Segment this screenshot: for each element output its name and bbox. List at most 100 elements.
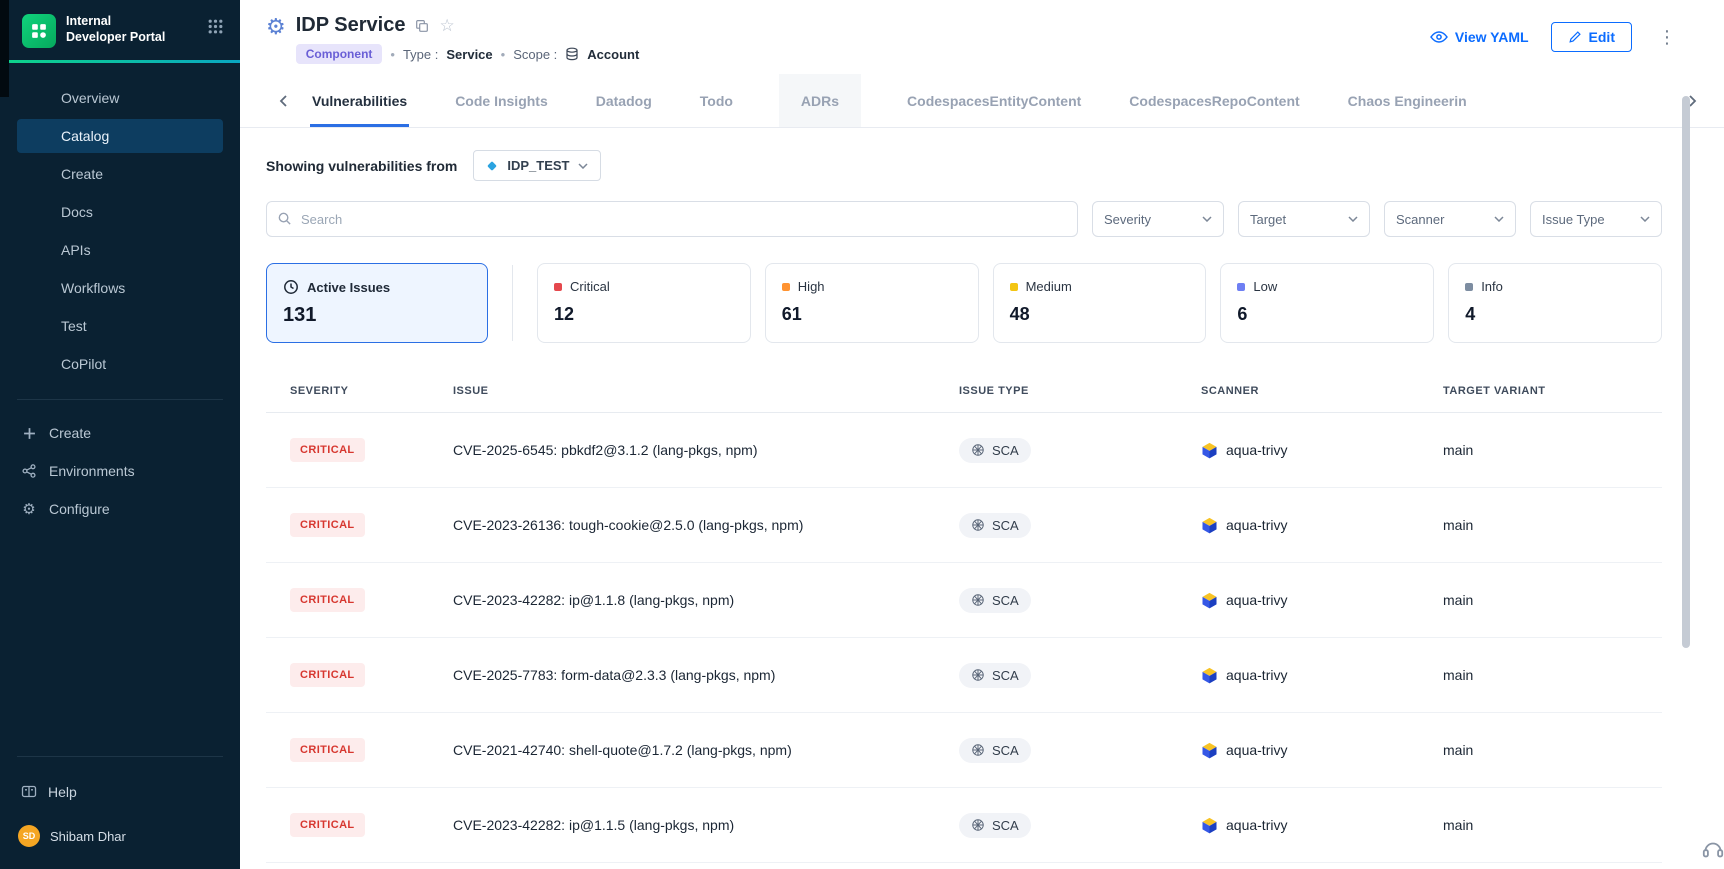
sidebar-item-docs[interactable]: Docs xyxy=(17,195,223,229)
filter-severity[interactable]: Severity xyxy=(1092,201,1224,237)
tab-adrs[interactable]: ADRs xyxy=(779,74,861,127)
variant-dropdown[interactable]: IDP_TEST xyxy=(473,150,601,181)
sidebar-item-copilot[interactable]: CoPilot xyxy=(17,347,223,381)
scope-icon xyxy=(565,47,579,61)
stat-value: 4 xyxy=(1465,304,1645,325)
sca-icon xyxy=(971,593,985,607)
accent-divider xyxy=(0,60,240,63)
target-variant-cell: main xyxy=(1443,517,1662,533)
sidebar-item-test[interactable]: Test xyxy=(17,309,223,343)
severity-badge: CRITICAL xyxy=(290,438,365,462)
vertical-scrollbar[interactable] xyxy=(1682,96,1690,648)
tab-chaos-engineering[interactable]: Chaos Engineerin xyxy=(1346,74,1469,127)
table-row[interactable]: CRITICAL CVE-2025-7783: form-data@2.3.3 … xyxy=(266,638,1662,713)
filter-scanner[interactable]: Scanner xyxy=(1384,201,1516,237)
trivy-icon xyxy=(1201,592,1218,609)
col-severity: SEVERITY xyxy=(290,385,453,397)
eye-icon xyxy=(1430,31,1448,43)
filter-issue-type[interactable]: Issue Type xyxy=(1530,201,1662,237)
bottom-nav-label: Environments xyxy=(49,463,135,479)
sidebar-item-create[interactable]: Create xyxy=(17,157,223,191)
copy-icon[interactable] xyxy=(415,19,429,33)
component-badge: Component xyxy=(296,44,383,64)
filter-label: Scanner xyxy=(1396,212,1444,227)
col-scanner: SCANNER xyxy=(1201,385,1443,397)
view-yaml-button[interactable]: View YAML xyxy=(1430,29,1529,45)
table-row[interactable]: CRITICAL CVE-2021-42740: shell-quote@1.7… xyxy=(266,713,1662,788)
separator: • xyxy=(501,47,506,62)
filter-label: Target xyxy=(1250,212,1286,227)
tab-code-insights[interactable]: Code Insights xyxy=(453,74,550,127)
stat-card-info[interactable]: Info 4 xyxy=(1448,263,1662,343)
edit-button[interactable]: Edit xyxy=(1551,22,1632,52)
help-link[interactable]: Help xyxy=(0,771,240,813)
tab-codespaces-repo-content[interactable]: CodespacesRepoContent xyxy=(1127,74,1301,127)
star-icon[interactable]: ☆ xyxy=(439,17,454,34)
stat-card-active-issues[interactable]: Active Issues 131 xyxy=(266,263,488,343)
variant-value: IDP_TEST xyxy=(507,158,569,173)
tab-vulnerabilities[interactable]: Vulnerabilities xyxy=(310,74,409,127)
main-area: ⚙ IDP Service ☆ Component • Type : Servi… xyxy=(240,0,1724,869)
stat-card-medium[interactable]: Medium 48 xyxy=(993,263,1207,343)
sidebar-item-environments[interactable]: Environments xyxy=(0,452,240,490)
filter-label: Issue Type xyxy=(1542,212,1605,227)
table-row[interactable]: CRITICAL CVE-2023-26136: tough-cookie@2.… xyxy=(266,488,1662,563)
trivy-icon xyxy=(1201,817,1218,834)
tabs-scroll-left-icon[interactable] xyxy=(270,88,296,114)
stat-card-low[interactable]: Low 6 xyxy=(1220,263,1434,343)
table-row[interactable]: CRITICAL CVE-2023-42282: ip@1.1.8 (lang-… xyxy=(266,563,1662,638)
clock-icon xyxy=(283,279,299,295)
issue-type-pill: SCA xyxy=(959,813,1031,838)
sidebar-item-configure[interactable]: ⚙ Configure xyxy=(0,490,240,528)
sidebar-item-workflows[interactable]: Workflows xyxy=(17,271,223,305)
filter-label: Severity xyxy=(1104,212,1151,227)
app-logo[interactable] xyxy=(22,14,56,48)
stat-label: Critical xyxy=(570,279,610,294)
stat-value: 48 xyxy=(1010,304,1190,325)
module-rail xyxy=(0,0,9,97)
table-row[interactable]: CRITICAL CVE-2025-6545: pbkdf2@3.1.2 (la… xyxy=(266,413,1662,488)
trivy-icon xyxy=(1201,442,1218,459)
table-row[interactable]: CRITICAL CVE-2023-42282: ip@1.1.5 (lang-… xyxy=(266,788,1662,863)
issue-cell: CVE-2021-42740: shell-quote@1.7.2 (lang-… xyxy=(453,742,959,758)
header-actions: View YAML Edit ⋮ xyxy=(1430,22,1680,52)
sca-icon xyxy=(971,743,985,757)
gear-icon: ⚙ xyxy=(20,500,38,518)
apps-grid-icon[interactable] xyxy=(207,18,224,40)
stat-label: Low xyxy=(1253,279,1277,294)
sidebar-item-apis[interactable]: APIs xyxy=(17,233,223,267)
view-yaml-label: View YAML xyxy=(1455,29,1529,45)
chevron-down-icon xyxy=(1640,216,1650,222)
service-gear-icon: ⚙ xyxy=(266,16,286,64)
issue-type-pill: SCA xyxy=(959,663,1031,688)
tab-datadog[interactable]: Datadog xyxy=(594,74,654,127)
stat-label: Info xyxy=(1481,279,1503,294)
search-input[interactable] xyxy=(266,201,1078,237)
variant-icon xyxy=(486,160,498,172)
sca-icon xyxy=(971,668,985,682)
avatar: SD xyxy=(18,825,40,847)
issue-cell: CVE-2025-6545: pbkdf2@3.1.2 (lang-pkgs, … xyxy=(453,442,959,458)
stat-card-critical[interactable]: Critical 12 xyxy=(537,263,751,343)
support-headset-icon[interactable] xyxy=(1702,838,1724,865)
scanner-cell: aqua-trivy xyxy=(1201,517,1443,534)
sidebar-item-overview[interactable]: Overview xyxy=(17,81,223,115)
high-dot xyxy=(782,283,790,291)
sidebar-item-catalog[interactable]: Catalog xyxy=(17,119,223,153)
entity-header: ⚙ IDP Service ☆ Component • Type : Servi… xyxy=(266,14,639,64)
sidebar-header: Internal Developer Portal xyxy=(0,0,240,48)
stat-card-high[interactable]: High 61 xyxy=(765,263,979,343)
tabs-bar: Vulnerabilities Code Insights Datadog To… xyxy=(240,74,1724,128)
target-variant-cell: main xyxy=(1443,817,1662,833)
issue-type-pill: SCA xyxy=(959,513,1031,538)
issue-cell: CVE-2023-42282: ip@1.1.5 (lang-pkgs, npm… xyxy=(453,817,959,833)
filter-target[interactable]: Target xyxy=(1238,201,1370,237)
kebab-menu-icon[interactable]: ⋮ xyxy=(1654,27,1680,48)
scanner-cell: aqua-trivy xyxy=(1201,442,1443,459)
tab-todo[interactable]: Todo xyxy=(698,74,735,127)
sidebar-item-create-action[interactable]: Create xyxy=(0,414,240,452)
user-menu[interactable]: SD Shibam Dhar xyxy=(0,813,240,859)
tab-codespaces-entity-content[interactable]: CodespacesEntityContent xyxy=(905,74,1083,127)
sidebar-footer: Help SD Shibam Dhar xyxy=(0,742,240,869)
sca-icon xyxy=(971,518,985,532)
